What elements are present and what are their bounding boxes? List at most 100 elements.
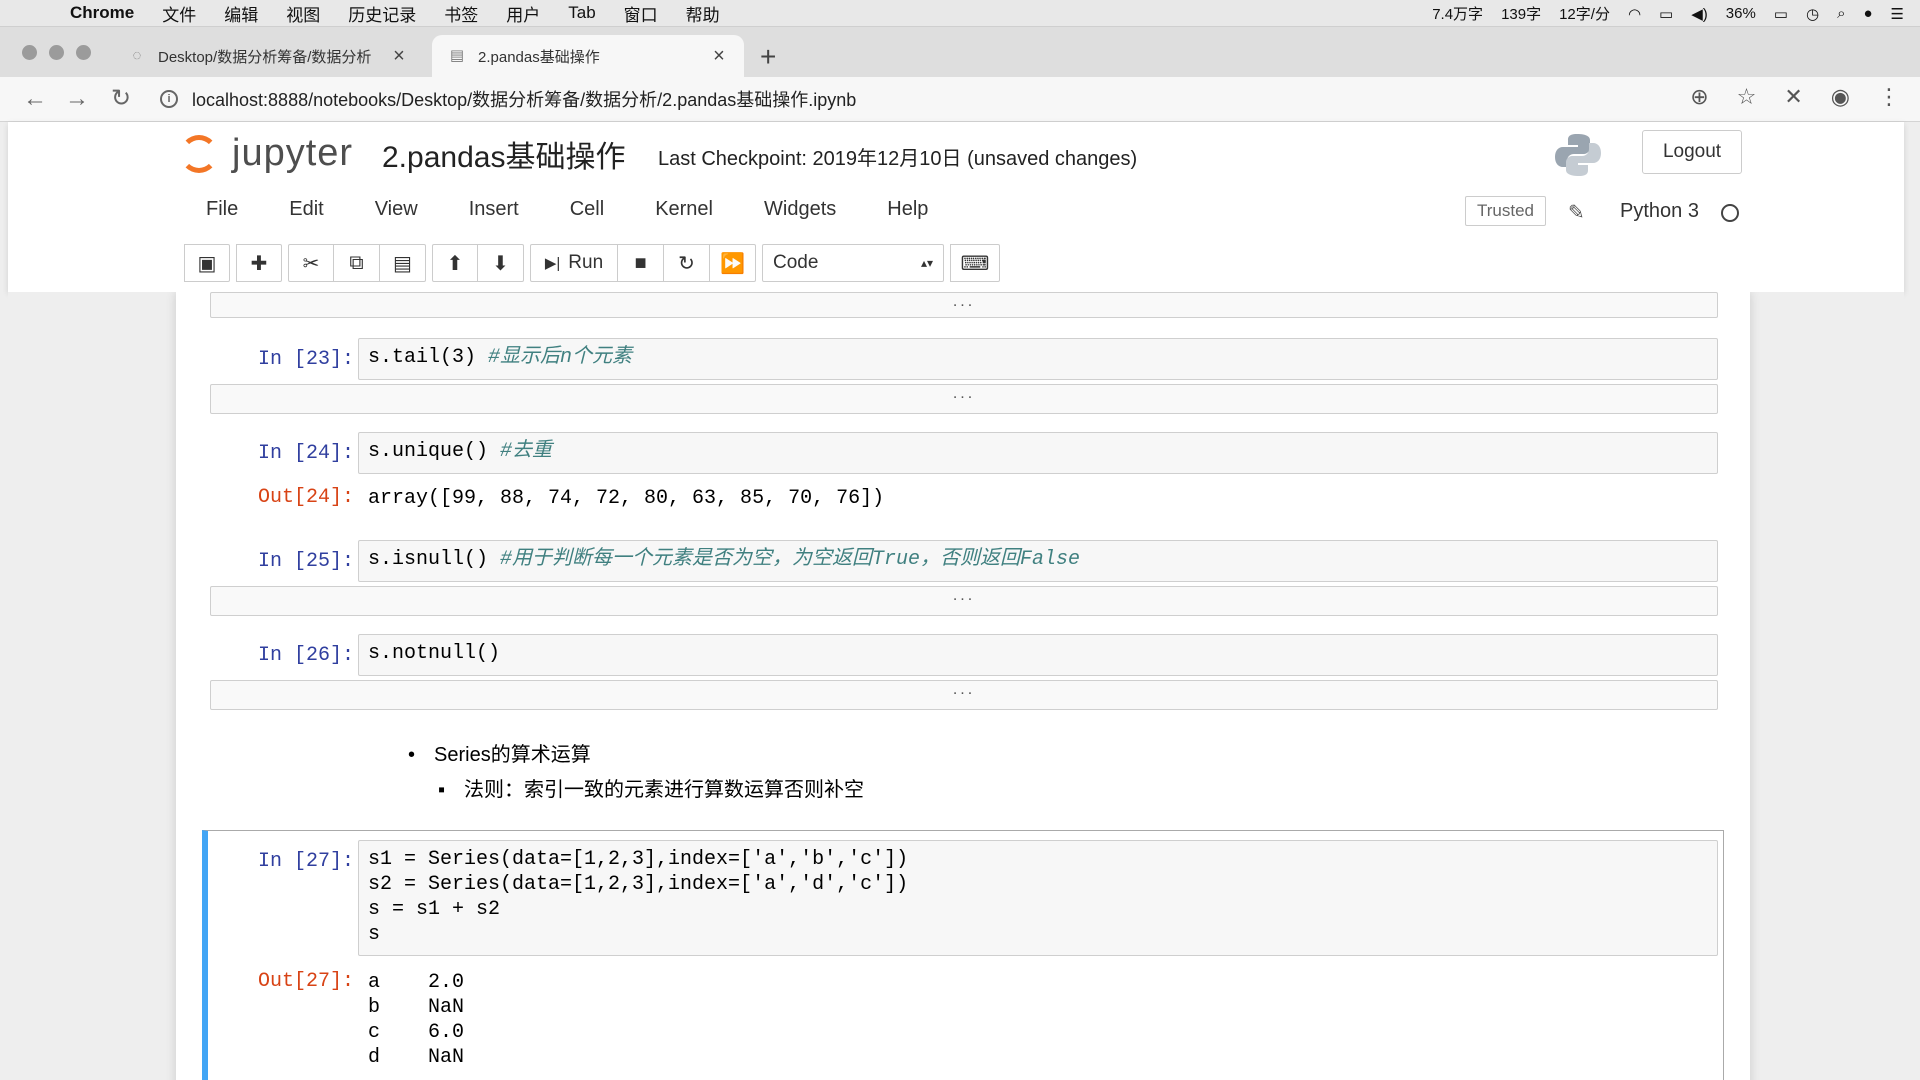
code-input[interactable]: s.tail(3) #显示后n个元素 <box>358 338 1718 380</box>
restart-button[interactable]: ↻ <box>664 244 710 282</box>
save-button[interactable]: ▣ <box>184 244 230 282</box>
notification-center-icon[interactable]: ☰ <box>1889 5 1906 23</box>
markdown-cell[interactable]: • Series的算术运算 ▪ 法则：索引一致的元素进行算数运算否则补空 <box>390 738 864 802</box>
close-window-button[interactable] <box>22 45 37 60</box>
menu-kernel[interactable]: Kernel <box>629 184 738 231</box>
menubar-item-bookmarks[interactable]: 书签 <box>430 1 492 26</box>
profile-icon[interactable]: ◉ <box>1831 84 1850 110</box>
code-input[interactable]: s1 = Series(data=[1,2,3],index=['a','b',… <box>358 840 1718 956</box>
menubar-item-window[interactable]: 窗口 <box>610 1 672 26</box>
stop-icon: ■ <box>634 251 647 274</box>
menu-view[interactable]: View <box>349 184 443 231</box>
word-count-status[interactable]: 7.4万字 <box>1430 3 1485 24</box>
menubar-status-area: 7.4万字 139字 12字/分 ◠ ▭ ◀) 36% ▭ ◷ ⌕ ● ☰ <box>1430 0 1906 27</box>
typing-speed-status[interactable]: 12字/分 <box>1557 3 1612 24</box>
airplay-icon[interactable]: ▭ <box>1657 5 1675 23</box>
menu-widgets[interactable]: Widgets <box>738 184 861 231</box>
logout-button[interactable]: Logout <box>1642 130 1742 174</box>
battery-percent[interactable]: 36% <box>1724 5 1758 22</box>
collapsed-output[interactable]: ... <box>210 384 1718 414</box>
menubar-item-edit[interactable]: 编辑 <box>210 1 272 26</box>
chrome-menu-icon[interactable]: ⋮ <box>1878 84 1900 110</box>
user-icon[interactable]: ● <box>1861 5 1874 22</box>
browser-tab-notebook[interactable]: ▤ 2.pandas基础操作 × <box>432 35 744 77</box>
notebook-scroll-area[interactable]: ... In [23]: s.tail(3) #显示后n个元素 ... In [… <box>8 292 1904 1080</box>
move-down-button[interactable]: ⬇ <box>478 244 524 282</box>
browser-tab-directory[interactable]: ◌ Desktop/数据分析筹备/数据分析 × <box>112 35 424 77</box>
plus-icon: ✚ <box>250 252 268 275</box>
menu-insert[interactable]: Insert <box>443 184 544 231</box>
menu-edit[interactable]: Edit <box>263 184 348 231</box>
paste-button[interactable]: ▤ <box>380 244 426 282</box>
copy-button[interactable]: ⧉ <box>334 244 380 282</box>
menubar-item-history[interactable]: 历史记录 <box>334 1 430 26</box>
extension-icon[interactable]: ✕ <box>1784 84 1802 110</box>
run-button[interactable]: ▶| Run <box>530 244 618 282</box>
site-info-icon[interactable]: i <box>160 90 178 108</box>
menubar-item-file[interactable]: 文件 <box>148 1 210 26</box>
arrow-down-icon: ⬇ <box>492 252 509 275</box>
trusted-indicator[interactable]: Trusted <box>1465 196 1547 226</box>
jupyter-logo[interactable]: jupyter <box>180 132 353 175</box>
collapsed-output[interactable]: ... <box>210 680 1718 710</box>
clock-icon[interactable]: ◷ <box>1804 5 1821 23</box>
menubar-item-view[interactable]: 视图 <box>272 1 334 26</box>
menubar-item-people[interactable]: 用户 <box>492 1 554 26</box>
cut-button[interactable]: ✂ <box>288 244 334 282</box>
forward-icon[interactable]: → <box>62 84 92 114</box>
insert-cell-button[interactable]: ✚ <box>236 244 282 282</box>
reload-icon[interactable]: ↻ <box>106 84 136 114</box>
bookmark-star-icon[interactable]: ☆ <box>1737 84 1757 110</box>
markdown-text: Series的算术运算 <box>434 744 591 766</box>
keyboard-icon: ⌨ <box>960 252 990 275</box>
code-input[interactable]: s.unique() #去重 <box>358 432 1718 474</box>
menu-help[interactable]: Help <box>861 184 953 231</box>
kernel-status-icon <box>1721 204 1739 222</box>
tab-title: Desktop/数据分析筹备/数据分析 <box>158 48 372 66</box>
save-icon: ▣ <box>197 252 217 275</box>
menubar-item-chrome[interactable]: Chrome <box>56 3 148 23</box>
char-count-status[interactable]: 139字 <box>1499 3 1543 24</box>
command-palette-button[interactable]: ⌨ <box>950 244 1000 282</box>
window-controls <box>22 45 91 60</box>
menu-cell[interactable]: Cell <box>544 184 629 231</box>
browser-tab-strip: ◌ Desktop/数据分析筹备/数据分析 × ▤ 2.pandas基础操作 ×… <box>0 27 1920 77</box>
code-input[interactable]: s.isnull() #用于判断每一个元素是否为空，为空返回True，否则返回F… <box>358 540 1718 582</box>
menubar-item-tab[interactable]: Tab <box>554 3 609 23</box>
zoom-window-button[interactable] <box>76 45 91 60</box>
code-input[interactable]: s.notnull() <box>358 634 1718 676</box>
output-prompt: Out[24]: <box>257 486 354 509</box>
zoom-icon[interactable]: ⊕ <box>1690 84 1708 110</box>
output-text: array([99, 88, 74, 72, 80, 63, 85, 70, 7… <box>368 487 885 510</box>
close-tab-icon[interactable]: × <box>710 45 728 68</box>
back-icon[interactable]: ← <box>20 84 50 114</box>
volume-icon[interactable]: ◀) <box>1689 5 1710 23</box>
markdown-sublist-item: ▪ 法则：索引一致的元素进行算数运算否则补空 <box>438 773 864 802</box>
collapsed-output[interactable]: ... <box>210 586 1718 616</box>
battery-icon[interactable]: ▭ <box>1772 5 1790 23</box>
restart-run-all-button[interactable]: ⏩ <box>710 244 756 282</box>
kernel-name[interactable]: Python 3 <box>1620 200 1699 223</box>
python-logo-icon <box>1555 134 1601 176</box>
close-tab-icon[interactable]: × <box>390 45 408 68</box>
paste-icon: ▤ <box>393 252 412 275</box>
notebook-menubar: File Edit View Insert Cell Kernel Widget… <box>180 184 953 231</box>
spotlight-search-icon[interactable]: ⌕ <box>1835 5 1847 22</box>
toolbar-actions: ⊕ ☆ ✕ ◉ ⋮ <box>1690 84 1900 110</box>
address-bar[interactable]: i localhost:8888/notebooks/Desktop/数据分析筹… <box>160 84 1660 114</box>
menu-file[interactable]: File <box>180 184 263 231</box>
code-comment: #用于判断每一个元素是否为空，为空返回True，否则返回False <box>500 548 1081 571</box>
menubar-item-help[interactable]: 帮助 <box>672 1 734 26</box>
run-label: Run <box>568 252 604 273</box>
notebook-title[interactable]: 2.pandas基础操作 <box>382 132 625 176</box>
url-text: localhost:8888/notebooks/Desktop/数据分析筹备/… <box>192 90 857 110</box>
minimize-window-button[interactable] <box>49 45 64 60</box>
fast-forward-icon: ⏩ <box>720 252 745 275</box>
interrupt-button[interactable]: ■ <box>618 244 664 282</box>
cell-type-select[interactable]: Code ▴▾ <box>762 244 944 282</box>
collapsed-output[interactable]: ... <box>210 292 1718 318</box>
new-tab-button[interactable]: + <box>760 41 776 73</box>
wifi-icon[interactable]: ◠ <box>1626 5 1643 23</box>
notebook-toolbar: ▣ ✚ ✂ ⧉ ▤ ⬆ ⬇ ▶| Run ■ ↻ ⏩ Code ▴▾ ⌨ <box>184 244 1000 284</box>
move-up-button[interactable]: ⬆ <box>432 244 478 282</box>
